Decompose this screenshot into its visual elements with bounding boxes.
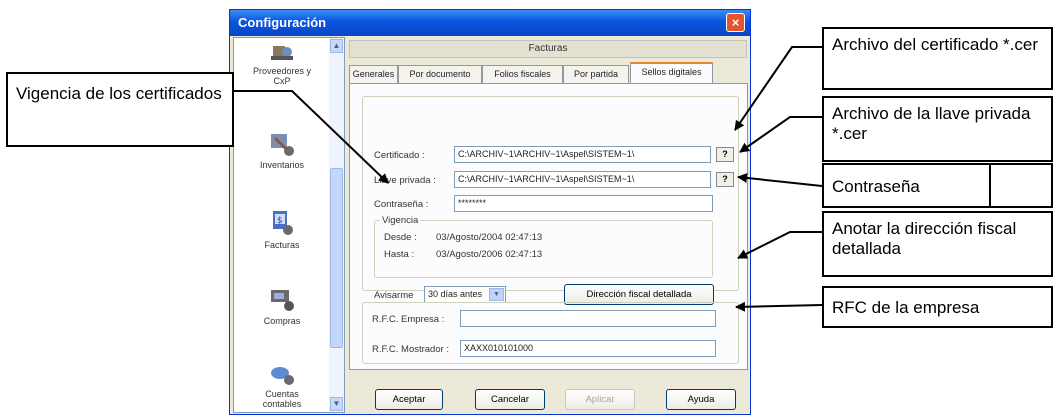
callout-certificado: Archivo del certificado *.cer xyxy=(822,27,1053,90)
avisarme-value: 30 días antes xyxy=(428,289,483,299)
callout-vigencia-text: Vigencia de los certificados xyxy=(16,84,222,103)
svg-text:$: $ xyxy=(277,216,283,226)
callout-rfc-text: RFC de la empresa xyxy=(832,298,980,317)
llave-privada-label: Llave privada : xyxy=(374,175,436,186)
browse-llave-button[interactable]: ? xyxy=(716,172,734,187)
aplicar-button[interactable]: Aplicar xyxy=(565,389,635,410)
aceptar-button[interactable]: Aceptar xyxy=(375,389,443,410)
llave-privada-input[interactable]: C:\ARCHIV~1\ARCHIV~1\Aspel\SISTEM~1\ xyxy=(454,171,711,188)
callout-vigencia: Vigencia de los certificados xyxy=(6,72,234,147)
vigencia-group xyxy=(374,220,713,278)
arrow-llave xyxy=(739,116,822,153)
contrasena-label: Contraseña : xyxy=(374,199,429,210)
sidebar-item-label: Facturas xyxy=(264,240,300,250)
scroll-up-button[interactable]: ▲ xyxy=(330,39,343,53)
tab-sellos-digitales[interactable]: Sellos digitales xyxy=(630,62,713,84)
sidebar-item-label: CxP xyxy=(273,76,291,86)
tab-por-partida[interactable]: Por partida xyxy=(563,65,629,83)
configuration-dialog: Configuración × Proveedores y CxP Invent… xyxy=(229,9,751,415)
rfc-empresa-input[interactable] xyxy=(460,310,716,327)
tab-folios-fiscales[interactable]: Folios fiscales xyxy=(482,65,563,83)
rfc-mostrador-input[interactable]: XAXX010101000 xyxy=(460,340,716,357)
sidebar-item-label: Proveedores y xyxy=(252,66,312,76)
desde-label: Desde : xyxy=(384,232,417,243)
callout-certificado-text: Archivo del certificado *.cer xyxy=(832,35,1038,54)
sidebar-item-cuentas[interactable]: Cuentas contables xyxy=(234,365,330,409)
browse-certificado-button[interactable]: ? xyxy=(716,147,734,162)
desde-value: 03/Agosto/2004 02:47:13 xyxy=(436,232,543,243)
suppliers-icon xyxy=(271,46,293,60)
avisarme-select[interactable]: 30 días antes ▼ xyxy=(424,286,506,303)
sidebar-item-compras[interactable]: Compras xyxy=(234,286,330,326)
sidebar-item-inventarios[interactable]: Inventarios xyxy=(234,130,330,170)
rfc-mostrador-label: R.F.C. Mostrador : xyxy=(372,344,450,355)
sidebar-item-label: Cuentas xyxy=(265,389,299,399)
sellos-digitales-page: Certificado : C:\ARCHIV~1\ARCHIV~1\Aspel… xyxy=(349,83,748,370)
sidebar-item-proveedores[interactable]: Proveedores y CxP xyxy=(234,42,330,86)
callout-divider xyxy=(989,165,991,206)
contrasena-input[interactable]: ******** xyxy=(454,195,713,212)
tab-por-documento[interactable]: Por documento xyxy=(398,65,482,83)
sidebar-item-label: contables xyxy=(262,399,302,409)
certificado-label: Certificado : xyxy=(374,150,425,161)
sidebar-nav: Proveedores y CxP Inventarios $ Facturas… xyxy=(233,37,345,413)
certificado-input[interactable]: C:\ARCHIV~1\ARCHIV~1\Aspel\SISTEM~1\ xyxy=(454,146,711,163)
sidebar-scrollbar[interactable]: ▲ ▼ xyxy=(329,38,344,412)
title-bar[interactable]: Configuración × xyxy=(230,10,750,36)
callout-llave-text: Archivo de la llave privada *.cer xyxy=(832,104,1031,143)
panel-title: Facturas xyxy=(349,40,747,58)
scroll-down-button[interactable]: ▼ xyxy=(330,397,343,411)
tab-generales[interactable]: Generales xyxy=(349,65,398,83)
avisarme-label: Avisarme xyxy=(374,290,414,301)
hasta-value: 03/Agosto/2006 02:47:13 xyxy=(436,249,543,260)
callout-direccion-text: Anotar la dirección fiscal detallada xyxy=(832,219,1017,258)
scroll-thumb[interactable] xyxy=(330,168,343,348)
callout-contrasena: Contraseña xyxy=(822,163,1053,208)
chevron-down-icon[interactable]: ▼ xyxy=(489,288,504,301)
rfc-empresa-label: R.F.C. Empresa : xyxy=(372,314,445,325)
vigencia-title: Vigencia xyxy=(380,215,421,226)
sidebar-item-facturas[interactable]: $ Facturas xyxy=(234,208,330,250)
callout-rfc: RFC de la empresa xyxy=(822,286,1053,328)
window-title: Configuración xyxy=(238,15,327,30)
close-button[interactable]: × xyxy=(726,13,745,32)
callout-contrasena-text: Contraseña xyxy=(832,177,920,196)
cancelar-button[interactable]: Cancelar xyxy=(475,389,545,410)
tab-strip: Generales Por documento Folios fiscales … xyxy=(349,62,749,84)
sidebar-item-label: Inventarios xyxy=(259,160,305,170)
accounts-icon xyxy=(271,367,294,385)
sidebar-item-label: Compras xyxy=(263,316,301,326)
invoice-icon: $ xyxy=(273,211,293,235)
callout-direccion: Anotar la dirección fiscal detallada xyxy=(822,211,1053,277)
inventory-icon xyxy=(271,134,294,156)
callout-llave: Archivo de la llave privada *.cer xyxy=(822,96,1053,162)
purchases-icon xyxy=(271,290,294,311)
hasta-label: Hasta : xyxy=(384,249,415,260)
ayuda-button[interactable]: Ayuda xyxy=(666,389,736,410)
